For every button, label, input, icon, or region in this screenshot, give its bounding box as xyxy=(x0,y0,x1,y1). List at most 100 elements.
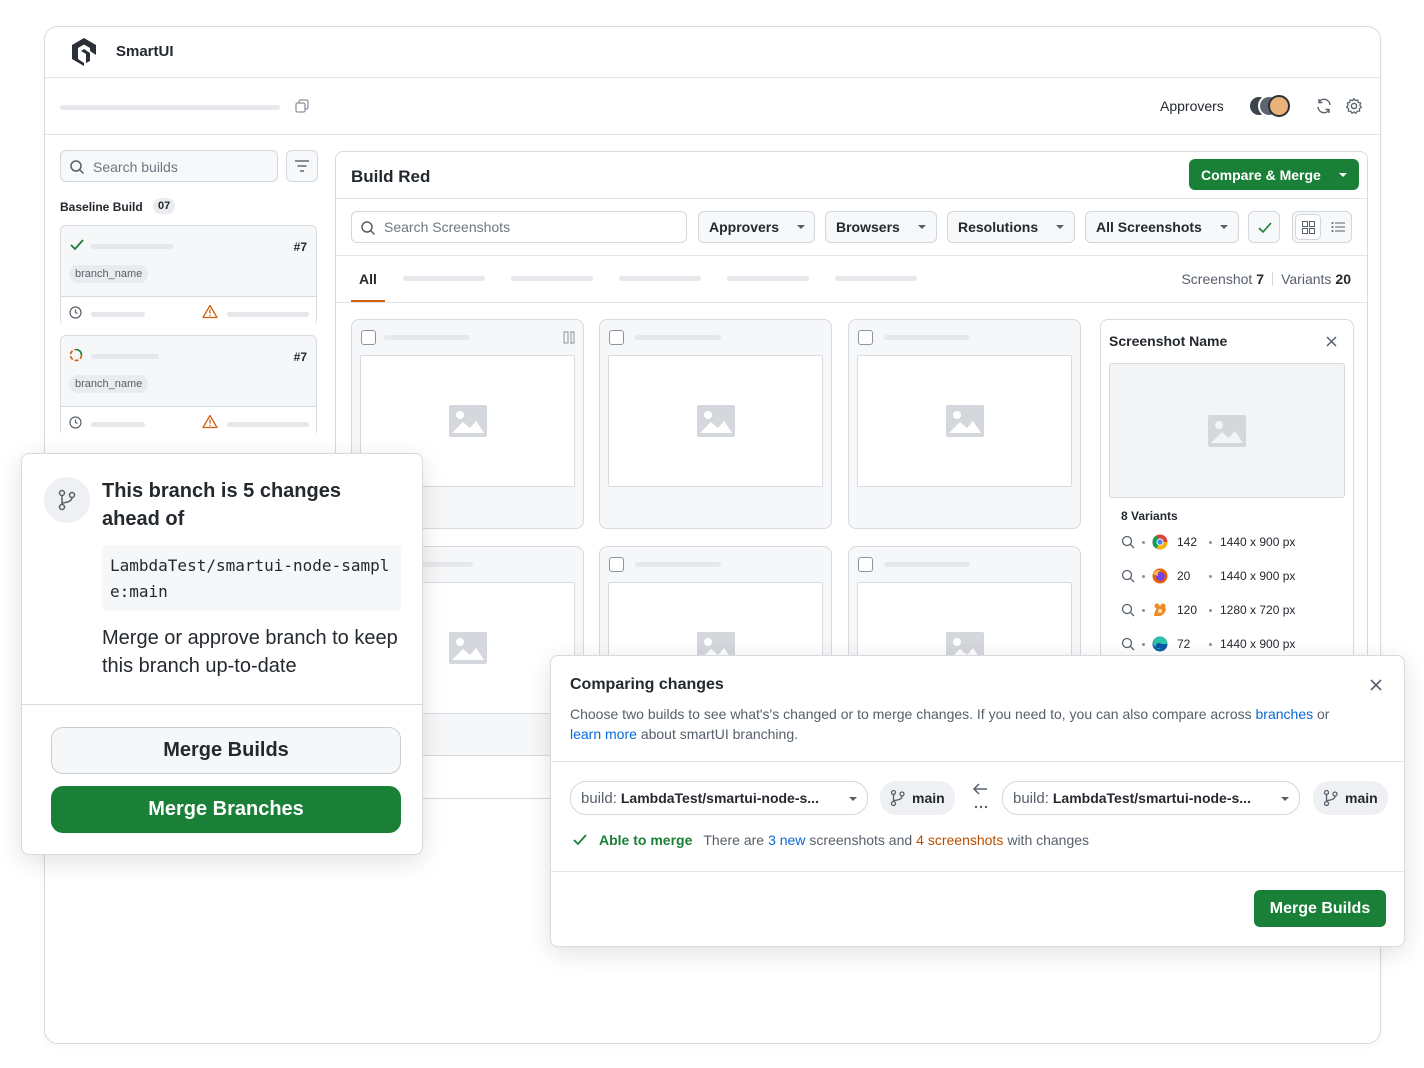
close-icon[interactable] xyxy=(1326,336,1337,347)
build-card[interactable]: #7 branch_name xyxy=(60,335,317,437)
settings-gear-icon[interactable] xyxy=(1345,97,1363,115)
variants-heading: 8 Variants xyxy=(1121,509,1178,523)
avatar xyxy=(1268,95,1290,117)
tab-placeholder[interactable] xyxy=(511,276,593,281)
base-build-select[interactable]: build: LambdaTest/smartui-node-s... xyxy=(570,781,868,815)
approver-avatars[interactable] xyxy=(1248,95,1292,117)
git-branch-icon xyxy=(58,489,76,511)
merge-builds-button[interactable]: Merge Builds xyxy=(51,727,401,774)
compare-dialog-title: Comparing changes xyxy=(570,676,724,693)
screenshot-checkbox[interactable] xyxy=(858,557,873,572)
search-screenshots-input[interactable]: Search Screenshots xyxy=(351,211,687,243)
variant-row[interactable]: 20 1440 x 900 px xyxy=(1121,559,1295,593)
build-number: #7 xyxy=(293,350,307,364)
tab-placeholder[interactable] xyxy=(835,276,917,281)
tab-placeholder[interactable] xyxy=(727,276,809,281)
base-branch-name: main xyxy=(912,790,945,806)
compare-branch-chip[interactable]: main xyxy=(1313,781,1388,815)
screenshot-checkbox[interactable] xyxy=(609,330,624,345)
zoom-icon xyxy=(1121,569,1135,583)
compare-merge-label: Compare & Merge xyxy=(1201,166,1321,183)
image-placeholder-icon xyxy=(1208,414,1246,447)
compare-merge-button[interactable]: Compare & Merge xyxy=(1189,159,1359,190)
merge-branches-button[interactable]: Merge Branches xyxy=(51,786,401,833)
changed-screenshots-link[interactable]: 4 screenshots xyxy=(916,832,1003,848)
warning-icon xyxy=(202,414,218,429)
build-name-placeholder xyxy=(91,244,173,249)
close-icon[interactable] xyxy=(1370,679,1382,691)
all-screenshots-filter-label: All Screenshots xyxy=(1096,219,1202,235)
tab-all[interactable]: All xyxy=(359,271,377,287)
filter-icon xyxy=(295,160,309,172)
top-bar: Approvers xyxy=(45,78,1380,135)
divider xyxy=(336,255,1367,256)
zoom-icon xyxy=(1121,603,1135,617)
divider xyxy=(22,704,422,705)
baseline-count-badge: 07 xyxy=(153,198,176,214)
variant-row[interactable]: 142 1440 x 900 px xyxy=(1121,525,1295,559)
approvers-filter[interactable]: Approvers xyxy=(698,211,815,243)
grid-view-button[interactable] xyxy=(1295,214,1321,240)
screenshot-thumbnail xyxy=(608,355,823,487)
refresh-icon[interactable] xyxy=(1315,97,1333,115)
compare-build-select[interactable]: build: LambdaTest/smartui-node-s... xyxy=(1002,781,1300,815)
branch-icon-circle xyxy=(44,477,90,523)
screenshot-detail-panel: Screenshot Name 8 Variants 142 1440 x 90… xyxy=(1100,319,1354,669)
build-card[interactable]: #7 branch_name xyxy=(60,225,317,327)
chevron-down-icon xyxy=(849,797,857,801)
app-name: SmartUI xyxy=(116,43,174,60)
swap-direction[interactable] xyxy=(972,783,990,813)
variant-count: 20 xyxy=(1177,569,1191,583)
branch-chip: branch_name xyxy=(69,375,149,393)
search-builds-placeholder: Search builds xyxy=(93,159,178,175)
screenshot-checkbox[interactable] xyxy=(609,557,624,572)
resolutions-filter-label: Resolutions xyxy=(958,219,1039,235)
compare-build-prefix: build: xyxy=(1013,789,1049,807)
tab-placeholder[interactable] xyxy=(403,276,485,281)
learn-more-link[interactable]: learn more xyxy=(570,726,637,742)
separator-dot xyxy=(1209,540,1212,544)
grid-icon xyxy=(1302,221,1315,234)
merge-builds-submit-button[interactable]: Merge Builds xyxy=(1254,890,1386,927)
filter-button[interactable] xyxy=(286,150,318,182)
variant-resolution: 1280 x 720 px xyxy=(1220,603,1296,617)
search-builds-input[interactable]: Search builds xyxy=(60,150,278,182)
build-number: #7 xyxy=(293,240,307,254)
all-screenshots-filter[interactable]: All Screenshots xyxy=(1085,211,1239,243)
divider xyxy=(336,302,1367,303)
tab-placeholder[interactable] xyxy=(619,276,701,281)
browsers-filter[interactable]: Browsers xyxy=(825,211,937,243)
variant-row[interactable]: 120 1280 x 720 px xyxy=(1121,593,1295,627)
view-toggle xyxy=(1292,211,1352,243)
branches-link[interactable]: branches xyxy=(1256,706,1314,722)
screenshot-checkbox[interactable] xyxy=(361,330,376,345)
branch-message: Merge or approve branch to keep this bra… xyxy=(102,627,398,677)
screenshot-card[interactable] xyxy=(848,319,1081,529)
new-screenshots-link[interactable]: 3 new xyxy=(768,832,805,848)
build-card-footer xyxy=(61,406,316,437)
status-text: There are xyxy=(703,832,765,848)
warning-icon xyxy=(202,304,218,319)
time-placeholder xyxy=(91,312,145,317)
chevron-down-icon xyxy=(1219,225,1228,229)
resolutions-filter[interactable]: Resolutions xyxy=(947,211,1075,243)
compare-icon[interactable] xyxy=(563,331,575,344)
check-icon xyxy=(573,834,587,846)
browsers-filter-label: Browsers xyxy=(836,219,900,235)
chevron-down-icon xyxy=(1281,797,1289,801)
list-view-icon[interactable] xyxy=(1331,221,1345,233)
variant-count: 142 xyxy=(1177,535,1198,549)
screenshot-card[interactable] xyxy=(599,319,832,529)
ellipsis-icon xyxy=(974,805,988,809)
image-placeholder-icon xyxy=(448,632,487,664)
copy-icon[interactable] xyxy=(295,99,309,113)
info-placeholder xyxy=(227,422,309,427)
clock-icon xyxy=(69,416,82,429)
chevron-down-icon xyxy=(797,225,806,229)
screenshot-checkbox[interactable] xyxy=(858,330,873,345)
variant-resolution: 1440 x 900 px xyxy=(1220,569,1296,583)
compare-branch-name: main xyxy=(1345,790,1378,806)
base-branch-chip[interactable]: main xyxy=(880,781,955,815)
description-text: about smartUI branching. xyxy=(640,726,799,742)
approve-all-button[interactable] xyxy=(1248,211,1280,243)
